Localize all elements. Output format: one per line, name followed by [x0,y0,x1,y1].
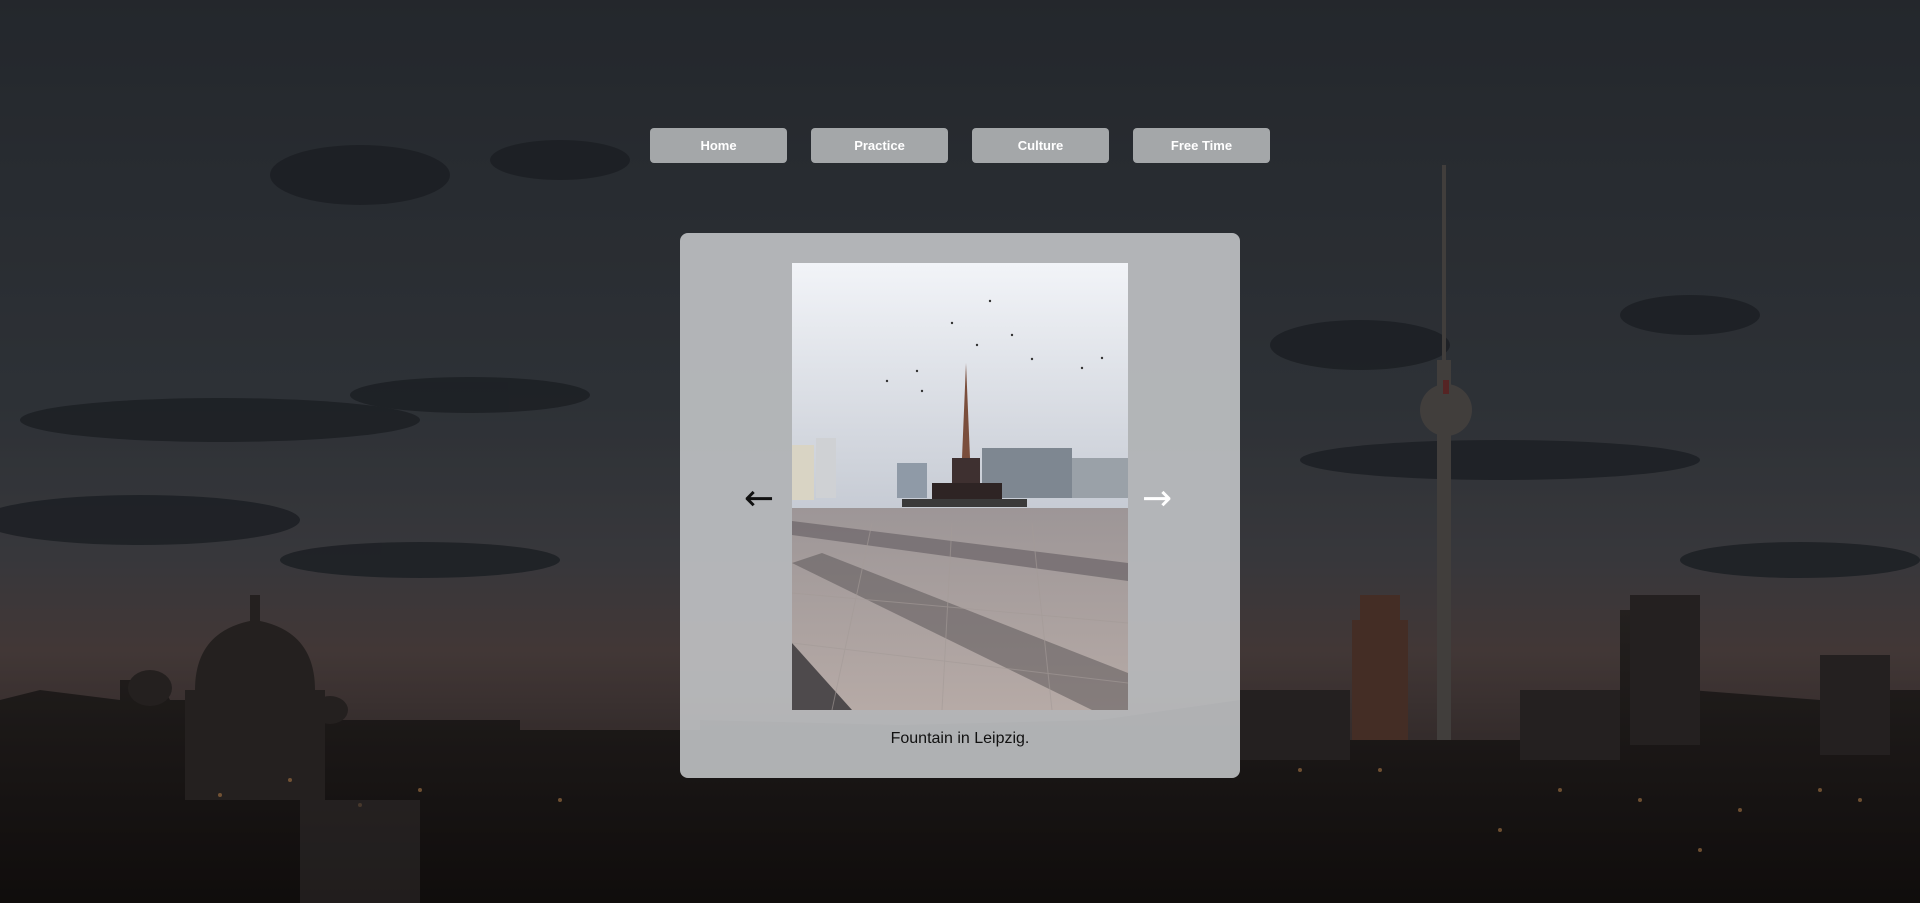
nav-free-time-button[interactable]: Free Time [1133,128,1270,163]
nav-home-button[interactable]: Home [650,128,787,163]
prev-slide-button[interactable]: ← [744,481,774,517]
main-nav: Home Practice Culture Free Time [0,128,1920,163]
slide-caption: Fountain in Leipzig. [890,730,1030,747]
arrow-right-icon: → [1142,478,1173,519]
nav-practice-button[interactable]: Practice [811,128,948,163]
slideshow-card: ← → Fountain in Leipzig. [680,233,1240,778]
next-slide-button[interactable]: → [1142,481,1172,517]
slide-photo [792,263,1128,710]
nav-culture-button[interactable]: Culture [972,128,1109,163]
arrow-left-icon: ← [744,478,775,519]
